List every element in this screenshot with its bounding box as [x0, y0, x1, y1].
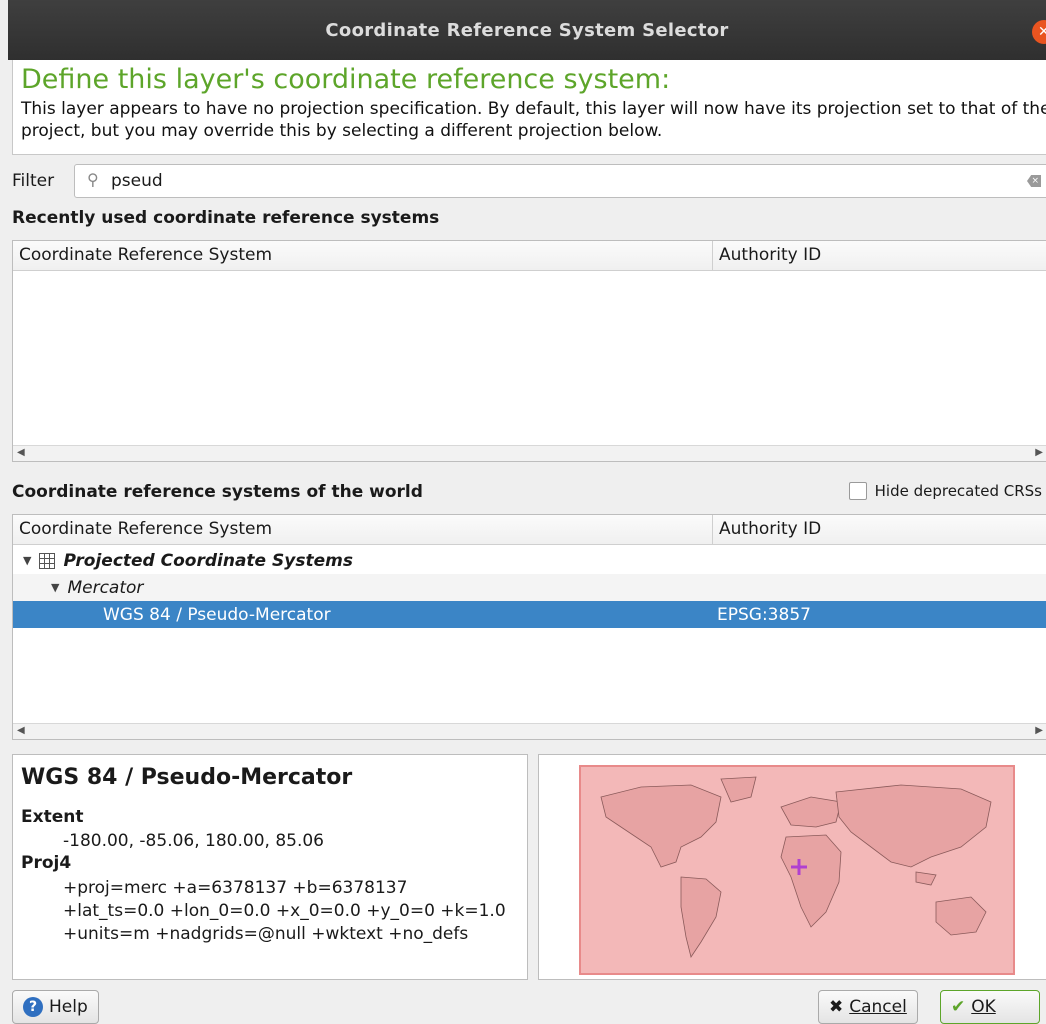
world-extent-map — [579, 765, 1015, 975]
ok-label: OK — [971, 997, 996, 1017]
search-icon: ⚲ — [87, 170, 99, 189]
world-section-title: Coordinate reference systems of the worl… — [12, 482, 423, 502]
filter-value[interactable]: pseud — [111, 171, 163, 191]
scroll-right-icon[interactable]: ▶ — [1035, 725, 1043, 736]
help-label: Help — [49, 997, 88, 1017]
hide-deprecated-label: Hide deprecated CRSs — [874, 482, 1042, 500]
window-title: Coordinate Reference System Selector — [325, 19, 729, 41]
tree-row-selected[interactable]: WGS 84 / Pseudo-Mercator EPSG:3857 — [13, 601, 1046, 628]
proj4-line: +proj=merc +a=6378137 +b=6378137 — [63, 878, 408, 898]
column-header-authority[interactable]: Authority ID — [713, 515, 1046, 544]
expand-arrow-icon[interactable]: ▼ — [51, 581, 59, 594]
proj4-line: +units=m +nadgrids=@null +wktext +no_def… — [63, 924, 469, 944]
world-crs-table[interactable]: Coordinate Reference System Authority ID… — [12, 514, 1046, 740]
clear-icon[interactable]: × — [1027, 175, 1041, 187]
extent-label: Extent — [21, 807, 84, 827]
recent-table-header: Coordinate Reference System Authority ID — [13, 241, 1046, 271]
tree-subgroup-label: Mercator — [67, 577, 144, 598]
extent-value: -180.00, -85.06, 180.00, 85.06 — [63, 831, 324, 851]
check-icon: ✔ — [951, 997, 966, 1017]
proj4-label: Proj4 — [21, 853, 72, 873]
extent-map-panel — [538, 754, 1046, 980]
expand-arrow-icon[interactable]: ▼ — [23, 554, 31, 567]
selected-crs-name: WGS 84 / Pseudo-Mercator — [103, 604, 331, 625]
scroll-left-icon[interactable]: ◀ — [17, 725, 25, 736]
crs-info-panel: WGS 84 / Pseudo-Mercator Extent -180.00,… — [12, 754, 528, 980]
recent-section-title: Recently used coordinate reference syste… — [12, 208, 440, 228]
proj4-line: +lat_ts=0.0 +lon_0=0.0 +x_0=0.0 +y_0=0 +… — [63, 901, 506, 921]
selected-crs-authority: EPSG:3857 — [717, 604, 811, 625]
column-header-authority[interactable]: Authority ID — [713, 241, 1046, 270]
header-description: This layer appears to have no projection… — [21, 99, 1046, 141]
page-title: Define this layer's coordinate reference… — [21, 64, 671, 95]
tree-row-projected[interactable]: ▼ Projected Coordinate Systems — [13, 547, 1046, 574]
tree-row-mercator[interactable]: ▼ Mercator — [13, 574, 1046, 601]
tree-group-label: Projected Coordinate Systems — [63, 550, 353, 571]
close-icon[interactable]: ✕ — [1032, 20, 1046, 44]
scroll-left-icon[interactable]: ◀ — [17, 447, 25, 458]
recent-crs-table[interactable]: Coordinate Reference System Authority ID… — [12, 240, 1046, 462]
horizontal-scrollbar[interactable]: ◀ ▶ — [13, 723, 1046, 739]
help-icon: ? — [23, 997, 43, 1017]
info-crs-name: WGS 84 / Pseudo-Mercator — [21, 765, 353, 790]
column-header-crs[interactable]: Coordinate Reference System — [13, 515, 713, 544]
column-header-crs[interactable]: Coordinate Reference System — [13, 241, 713, 270]
filter-label: Filter — [12, 171, 55, 191]
world-table-header: Coordinate Reference System Authority ID — [13, 515, 1046, 545]
horizontal-scrollbar[interactable]: ◀ ▶ — [13, 445, 1046, 461]
world-map-outline — [600, 776, 992, 958]
cancel-icon: ✖ — [829, 997, 844, 1017]
hide-deprecated-toggle[interactable]: Hide deprecated CRSs — [848, 482, 1042, 500]
hide-deprecated-checkbox[interactable] — [848, 482, 867, 500]
cancel-label: Cancel — [849, 997, 907, 1017]
header-panel: Define this layer's coordinate reference… — [12, 60, 1046, 155]
window-titlebar: Coordinate Reference System Selector ✕ — [8, 0, 1046, 60]
filter-input[interactable]: ⚲ pseud × — [74, 164, 1046, 198]
scroll-right-icon[interactable]: ▶ — [1035, 447, 1043, 458]
grid-icon — [39, 552, 56, 569]
